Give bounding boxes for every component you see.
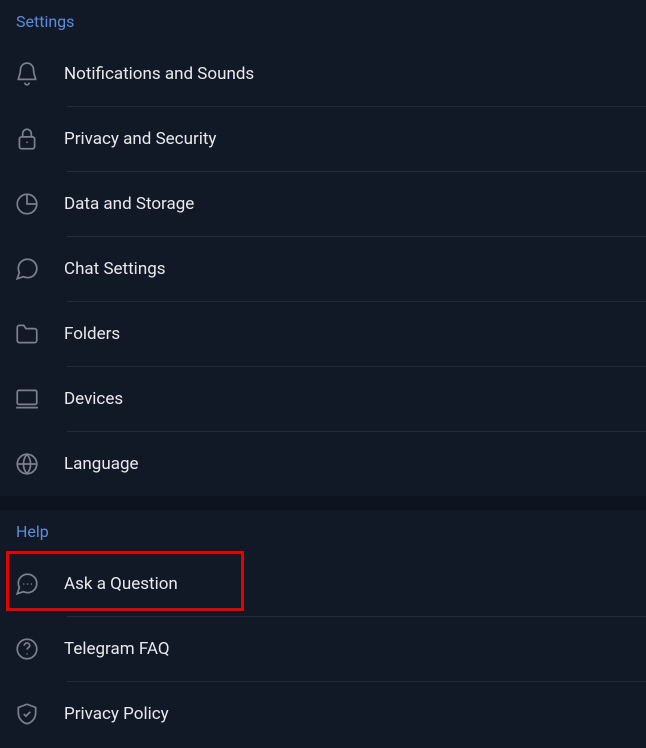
settings-item-chat[interactable]: Chat Settings bbox=[0, 236, 646, 301]
settings-item-label: Privacy and Security bbox=[64, 129, 216, 149]
settings-items-list: Notifications and Sounds Privacy and Sec… bbox=[0, 41, 646, 496]
shield-check-icon bbox=[14, 701, 64, 727]
monitor-icon bbox=[14, 386, 64, 412]
help-item-label: Telegram FAQ bbox=[64, 639, 170, 659]
settings-item-label: Notifications and Sounds bbox=[64, 64, 254, 84]
settings-section: Settings Notifications and Sounds Privac… bbox=[0, 0, 646, 496]
settings-item-privacy[interactable]: Privacy and Security bbox=[0, 106, 646, 171]
settings-section-title: Settings bbox=[0, 0, 646, 41]
help-section-title: Help bbox=[0, 510, 646, 551]
settings-item-label: Data and Storage bbox=[64, 194, 194, 214]
pie-icon bbox=[14, 191, 64, 217]
settings-item-data-storage[interactable]: Data and Storage bbox=[0, 171, 646, 236]
help-items-list: Ask a Question Telegram FAQ Privacy Poli… bbox=[0, 551, 646, 746]
question-icon bbox=[14, 636, 64, 662]
chat-icon bbox=[14, 256, 64, 282]
settings-item-label: Chat Settings bbox=[64, 259, 166, 279]
folder-icon bbox=[14, 321, 64, 347]
help-section: Help Ask a Question Telegram FAQ Privacy… bbox=[0, 510, 646, 746]
settings-item-label: Folders bbox=[64, 324, 120, 344]
section-separator bbox=[0, 496, 646, 510]
help-item-ask-question[interactable]: Ask a Question bbox=[0, 551, 646, 616]
help-item-label: Ask a Question bbox=[64, 574, 178, 594]
settings-item-label: Language bbox=[64, 454, 139, 474]
settings-item-devices[interactable]: Devices bbox=[0, 366, 646, 431]
help-item-privacy-policy[interactable]: Privacy Policy bbox=[0, 681, 646, 746]
bell-icon bbox=[14, 61, 64, 87]
settings-item-label: Devices bbox=[64, 389, 123, 409]
settings-item-folders[interactable]: Folders bbox=[0, 301, 646, 366]
help-item-label: Privacy Policy bbox=[64, 704, 169, 724]
help-item-faq[interactable]: Telegram FAQ bbox=[0, 616, 646, 681]
globe-icon bbox=[14, 451, 64, 477]
lock-icon bbox=[14, 126, 64, 152]
chat-dots-icon bbox=[14, 571, 64, 597]
settings-item-language[interactable]: Language bbox=[0, 431, 646, 496]
settings-item-notifications[interactable]: Notifications and Sounds bbox=[0, 41, 646, 106]
